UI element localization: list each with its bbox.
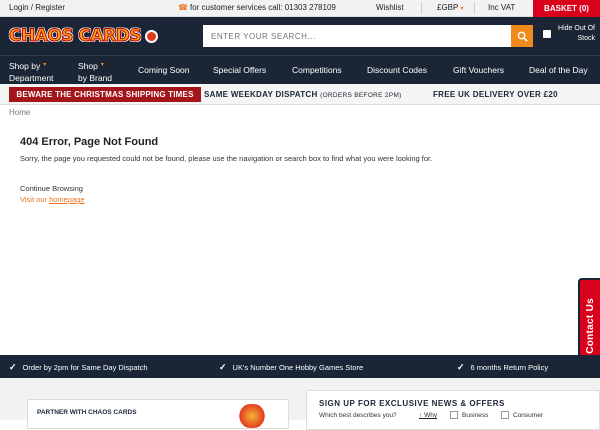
search-input[interactable] — [203, 25, 511, 47]
chevron-down-icon: ▾ — [100, 62, 104, 68]
same-day-text: SAME WEEKDAY DISPATCH — [204, 90, 318, 99]
vat-toggle[interactable]: Inc VAT — [488, 3, 515, 12]
signup-title: SIGN UP FOR EXCLUSIVE NEWS & OFFERS — [319, 399, 505, 408]
basket-button[interactable]: BASKET (0) — [533, 0, 600, 17]
divider — [421, 2, 422, 14]
homepage-link[interactable]: homepage — [49, 195, 84, 204]
nav-shop-by-department[interactable]: Shop by ▾ Department — [9, 56, 53, 84]
breadcrumb-home[interactable]: Home — [9, 108, 30, 117]
nav-gift-vouchers[interactable]: Gift Vouchers — [453, 56, 504, 84]
chaos-emblem-icon — [235, 404, 269, 428]
phone-text: for customer services call: 01303 278109 — [190, 3, 336, 12]
same-day-dispatch: SAME WEEKDAY DISPATCH (ORDERS BEFORE 2PM… — [204, 90, 402, 99]
same-day-note: (ORDERS BEFORE 2PM) — [320, 92, 402, 99]
continue-browsing-label: Continue Browsing — [20, 184, 83, 193]
nav-label: Shop by — [9, 61, 41, 71]
divider — [474, 2, 475, 14]
search-button[interactable] — [511, 25, 533, 47]
usp-text: Order by 2pm for Same Day Dispatch — [22, 363, 148, 372]
search-icon — [517, 31, 528, 42]
header: CHAOS CARDS Hide Out Of Stock — [0, 17, 600, 55]
hide-stock-checkbox[interactable] — [543, 30, 551, 38]
currency-label: £GBP — [437, 3, 459, 12]
nav-label: Shop — [78, 61, 98, 71]
business-checkbox[interactable] — [450, 411, 458, 419]
partner-title: PARTNER WITH CHAOS CARDS — [37, 409, 137, 416]
hide-stock-label: Hide Out Of Stock — [558, 25, 595, 42]
site-logo[interactable]: CHAOS CARDS — [8, 25, 187, 47]
error-content: 404 Error, Page Not Found Sorry, the pag… — [20, 136, 580, 204]
free-delivery: FREE UK DELIVERY OVER £20 — [433, 90, 558, 99]
logo-badge-icon — [145, 29, 159, 43]
login-register-link[interactable]: Login / Register — [9, 3, 65, 12]
nav-deal-of-the-day[interactable]: Deal of the Day — [529, 56, 588, 84]
nav-label: Department — [9, 73, 54, 83]
consumer-checkbox[interactable] — [501, 411, 509, 419]
check-icon: ✓ — [9, 362, 17, 372]
nav-label: by Brand — [78, 73, 113, 83]
phone-icon: ☎ — [178, 2, 188, 12]
top-bar: Login / Register ☎ for customer services… — [0, 0, 600, 17]
option-consumer[interactable]: Consumer — [501, 411, 543, 419]
option-business[interactable]: Business — [450, 411, 488, 419]
page-title: 404 Error, Page Not Found — [20, 136, 159, 148]
usp-item: ✓ Order by 2pm for Same Day Dispatch — [9, 362, 148, 373]
why-link[interactable]: ↑ Why — [419, 412, 437, 419]
signup-question: Which best describes you? — [319, 412, 397, 419]
nav-special-offers[interactable]: Special Offers — [213, 56, 266, 84]
currency-selector[interactable]: £GBP ▾ — [437, 3, 463, 12]
option-label: Business — [462, 411, 489, 419]
usp-text: 6 months Return Policy — [470, 363, 549, 372]
customer-service-phone: ☎ for customer services call: 01303 2781… — [178, 3, 336, 12]
visit-homepage: Visit our homepage — [20, 195, 580, 204]
chevron-down-icon: ▾ — [43, 62, 47, 68]
usp-item: ✓ UK's Number One Hobby Games Store — [219, 362, 363, 373]
nav-coming-soon[interactable]: Coming Soon — [138, 56, 190, 84]
promo-strip: BEWARE THE CHRISTMAS SHIPPING TIMES SAME… — [0, 84, 600, 105]
footer: PARTNER WITH CHAOS CARDS SIGN UP FOR EXC… — [0, 378, 600, 430]
main-nav: Shop by ▾ Department Shop ▾ by Brand Coming … — [0, 55, 600, 84]
nav-discount-codes[interactable]: Discount Codes — [367, 56, 427, 84]
usp-bar: ✓ Order by 2pm for Same Day Dispatch ✓ UK'… — [0, 355, 600, 378]
check-icon: ✓ — [219, 362, 227, 372]
option-label: Consumer — [513, 411, 543, 419]
nav-shop-by-brand[interactable]: Shop ▾ by Brand — [78, 56, 112, 84]
partner-panel[interactable]: PARTNER WITH CHAOS CARDS — [27, 399, 289, 429]
wishlist-link[interactable]: Wishlist — [376, 3, 404, 12]
nav-competitions[interactable]: Competitions — [292, 56, 342, 84]
usp-text: UK's Number One Hobby Games Store — [232, 363, 364, 372]
chevron-down-icon: ▾ — [460, 6, 464, 12]
breadcrumb: Home — [9, 108, 30, 117]
hide-out-of-stock-toggle[interactable]: Hide Out Of Stock — [543, 24, 595, 44]
search-bar — [203, 25, 533, 47]
christmas-shipping-banner[interactable]: BEWARE THE CHRISTMAS SHIPPING TIMES — [9, 87, 201, 102]
newsletter-signup: SIGN UP FOR EXCLUSIVE NEWS & OFFERS Whic… — [306, 390, 600, 430]
check-icon: ✓ — [457, 362, 465, 372]
why-label: Why — [424, 412, 438, 419]
logo-text: CHAOS CARDS — [8, 26, 142, 47]
visit-prefix: Visit our — [20, 195, 47, 204]
error-message: Sorry, the page you requested could not … — [20, 154, 433, 163]
usp-item: ✓ 6 months Return Policy — [457, 362, 548, 373]
contact-us-label: Contact Us — [584, 297, 596, 354]
